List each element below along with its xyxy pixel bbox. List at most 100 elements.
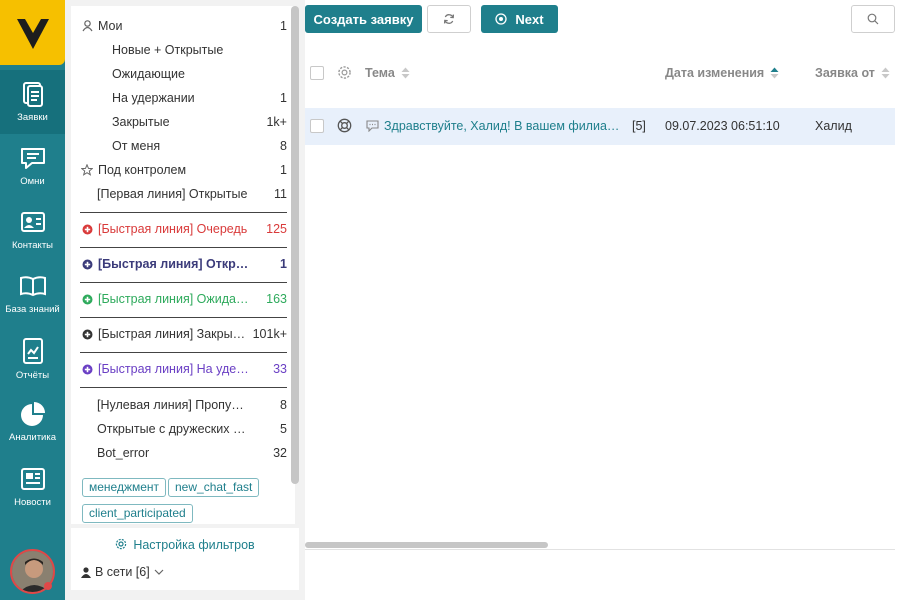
filter-divider — [80, 387, 287, 388]
select-all-checkbox[interactable] — [310, 66, 324, 80]
filter-item-fast-open[interactable]: [Быстрая линия] Открытые 1 — [71, 252, 289, 276]
user-solid-icon — [81, 566, 91, 578]
filter-count: 1 — [280, 257, 287, 271]
app-logo[interactable] — [0, 0, 65, 65]
nav-item-tickets[interactable]: Заявки — [0, 70, 65, 134]
nav-item-reports[interactable]: Отчёты — [0, 326, 65, 390]
filter-label: Новые + Открытые — [112, 43, 224, 57]
sort-icon — [881, 67, 890, 79]
filter-item-bot-error[interactable]: Bot_error 32 — [71, 441, 289, 465]
filter-label: Открытые с дружеских отделов — [97, 422, 249, 436]
filter-count: 1 — [280, 163, 287, 177]
filter-scrollbar[interactable] — [291, 6, 299, 484]
filter-count: 163 — [266, 292, 287, 306]
ticket-requester: Халид — [815, 119, 852, 133]
filter-count: 8 — [280, 139, 287, 153]
filter-item-fast-closed[interactable]: [Быстрая линия] Закрытые 101k+ — [71, 322, 289, 346]
filter-count: 32 — [273, 446, 287, 460]
nav-label: База знаний — [5, 304, 60, 315]
filter-label: На удержании — [112, 91, 195, 105]
plus-circle-icon — [80, 224, 94, 235]
nav-label: Заявки — [17, 112, 48, 123]
filter-label: [Нулевая линия] Пропущенные — [97, 398, 249, 412]
filter-panel: Мои 1 Новые + Открытые Ожидающие На удер… — [65, 0, 305, 600]
filter-item-first-line-open[interactable]: [Первая линия] Открытые 11 — [71, 182, 289, 206]
nav-item-omni[interactable]: Омни — [0, 134, 65, 198]
filter-item-zero-line-missed[interactable]: [Нулевая линия] Пропущенные 8 — [71, 393, 289, 417]
nav-label: Контакты — [11, 240, 54, 251]
filter-label: [Быстрая линия] Очередь — [98, 222, 248, 236]
chevron-down-icon — [154, 569, 164, 575]
column-modified-date[interactable]: Дата изменения — [665, 66, 779, 80]
contacts-icon — [20, 212, 45, 232]
sort-icon — [401, 67, 410, 79]
nav-item-news[interactable]: Новости — [0, 455, 65, 519]
nav-label: Омни — [20, 176, 45, 187]
tag-management[interactable]: менеджмент — [82, 478, 167, 497]
ticket-subject-link[interactable]: Здравствуйте, Халид! В вашем филиале... — [384, 119, 626, 133]
play-circle-icon — [495, 13, 508, 25]
chat-icon — [20, 148, 45, 169]
search-button[interactable] — [851, 5, 895, 33]
column-label: Тема — [365, 66, 395, 80]
gear-icon — [116, 538, 127, 550]
filter-item-closed[interactable]: Закрытые 1k+ — [71, 110, 289, 134]
filter-item-fast-on-hold[interactable]: [Быстрая линия] На удержании 33 — [71, 357, 289, 381]
nav-label: Новости — [14, 497, 51, 508]
filter-label: [Быстрая линия] Открытые — [98, 257, 249, 271]
filter-count: 5 — [280, 422, 287, 436]
filter-label: [Быстрая линия] Закрытые — [98, 327, 249, 341]
tag-new-chat-fast[interactable]: new_chat_fast — [168, 478, 260, 497]
filter-count: 33 — [273, 362, 287, 376]
filter-item-from-me[interactable]: От меня 8 — [71, 134, 289, 158]
filter-label: [Быстрая линия] Ожидающие — [98, 292, 249, 306]
filter-label: Закрытые — [112, 115, 170, 129]
filter-item-under-control[interactable]: Под контролем 1 — [71, 158, 289, 182]
nav-item-analytics[interactable]: Аналитика — [0, 390, 65, 454]
filter-settings-link[interactable]: Настройка фильтров — [71, 538, 299, 552]
filter-item-friendly-depts[interactable]: Открытые с дружеских отделов 5 — [71, 417, 289, 441]
filter-item-new-open[interactable]: Новые + Открытые — [71, 38, 289, 62]
column-label: Заявка от — [815, 66, 875, 80]
main-area: Создать заявку Next Тема Дата изменения … — [305, 0, 900, 600]
nav-item-knowledge-base[interactable]: База знаний — [0, 262, 65, 326]
column-subject[interactable]: Тема — [365, 66, 410, 80]
nav-label: Отчёты — [15, 370, 50, 381]
column-label: Дата изменения — [665, 66, 765, 80]
nav-rail: Заявки Омни Контакты База знаний Отчёты … — [0, 0, 65, 600]
next-button-label: Next — [515, 11, 544, 27]
filter-count: 11 — [274, 187, 287, 201]
pie-chart-icon — [20, 402, 45, 426]
report-icon — [22, 338, 43, 364]
create-ticket-button[interactable]: Создать заявку — [305, 5, 422, 33]
plus-circle-icon — [80, 364, 94, 375]
table-row[interactable]: Здравствуйте, Халид! В вашем филиале... … — [305, 108, 895, 145]
refresh-icon — [443, 14, 455, 24]
table-header: Тема Дата изменения Заявка от — [305, 58, 900, 88]
filter-item-mine[interactable]: Мои 1 — [71, 14, 289, 38]
row-checkbox[interactable] — [310, 119, 324, 133]
filter-item-fast-queue[interactable]: [Быстрая линия] Очередь 125 — [71, 217, 289, 241]
book-icon — [19, 276, 46, 297]
plus-circle-icon — [80, 259, 94, 270]
filter-divider — [80, 317, 287, 318]
column-requester[interactable]: Заявка от — [815, 66, 890, 80]
next-button[interactable]: Next — [481, 5, 558, 33]
nav-label: Аналитика — [8, 432, 57, 443]
online-status-dropdown[interactable]: В сети [6] — [81, 565, 164, 579]
nav-item-contacts[interactable]: Контакты — [0, 198, 65, 262]
filter-item-fast-pending[interactable]: [Быстрая линия] Ожидающие 163 — [71, 287, 289, 311]
filter-item-on-hold[interactable]: На удержании 1 — [71, 86, 289, 110]
tag-client-participated[interactable]: client_participated — [82, 504, 193, 523]
filter-list: Мои 1 Новые + Открытые Ожидающие На удер… — [71, 6, 295, 524]
table-horizontal-scrollbar[interactable] — [305, 542, 548, 548]
search-icon — [867, 13, 879, 25]
refresh-button[interactable] — [427, 5, 471, 33]
status-dot — [44, 582, 52, 590]
ticket-modified-date: 09.07.2023 06:51:10 — [665, 119, 780, 133]
settings-column-button[interactable] — [337, 65, 352, 83]
filter-count: 125 — [266, 222, 287, 236]
filter-divider — [80, 282, 287, 283]
plus-circle-icon — [80, 329, 94, 340]
filter-item-pending[interactable]: Ожидающие — [71, 62, 289, 86]
